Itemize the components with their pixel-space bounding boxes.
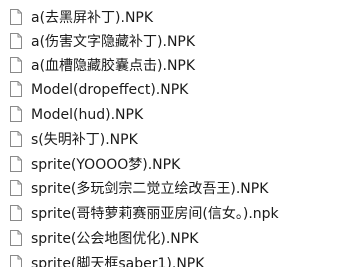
- file-name: Model(hud).NPK: [31, 107, 144, 123]
- file-icon: [10, 230, 22, 246]
- file-icon: [10, 33, 22, 49]
- file-icon: [10, 131, 22, 147]
- file-list: a(去黑屏补丁).NPK a(伤害文字隐藏补丁).NPK a(血槽隐藏胶囊点击)…: [0, 0, 340, 267]
- file-row[interactable]: sprite(哥特萝莉赛丽亚房间(信女。).npk: [0, 202, 340, 226]
- file-icon: [10, 106, 22, 122]
- file-row[interactable]: Model(hud).NPK: [0, 103, 340, 127]
- file-name: sprite(哥特萝莉赛丽亚房间(信女。).npk: [31, 206, 279, 222]
- file-row[interactable]: a(伤害文字隐藏补丁).NPK: [0, 30, 340, 54]
- file-icon: [10, 9, 22, 25]
- file-row[interactable]: s(失明补丁).NPK: [0, 128, 340, 152]
- file-icon: [10, 57, 22, 73]
- file-row[interactable]: sprite(脚天框saber1).NPK: [0, 252, 340, 267]
- file-icon: [10, 205, 22, 221]
- file-icon: [10, 81, 22, 97]
- file-row[interactable]: sprite(多玩剑宗二觉立绘改吾王).NPK: [0, 177, 340, 201]
- file-row[interactable]: sprite(YOOOO梦).NPK: [0, 153, 340, 177]
- file-row[interactable]: a(去黑屏补丁).NPK: [0, 6, 340, 30]
- file-name: Model(dropeffect).NPK: [31, 82, 189, 98]
- file-icon: [10, 180, 22, 196]
- file-row[interactable]: a(血槽隐藏胶囊点击).NPK: [0, 54, 340, 78]
- file-icon: [10, 156, 22, 172]
- file-name: a(血槽隐藏胶囊点击).NPK: [31, 58, 196, 74]
- file-name: sprite(YOOOO梦).NPK: [31, 157, 181, 173]
- file-name: a(去黑屏补丁).NPK: [31, 10, 154, 26]
- file-row[interactable]: Model(dropeffect).NPK: [0, 78, 340, 102]
- file-name: sprite(公会地图优化).NPK: [31, 231, 199, 247]
- file-name: sprite(脚天框saber1).NPK: [31, 256, 205, 267]
- file-name: sprite(多玩剑宗二觉立绘改吾王).NPK: [31, 181, 269, 197]
- file-name: s(失明补丁).NPK: [31, 132, 138, 148]
- file-icon: [10, 255, 22, 267]
- file-row[interactable]: sprite(公会地图优化).NPK: [0, 227, 340, 251]
- file-name: a(伤害文字隐藏补丁).NPK: [31, 34, 196, 50]
